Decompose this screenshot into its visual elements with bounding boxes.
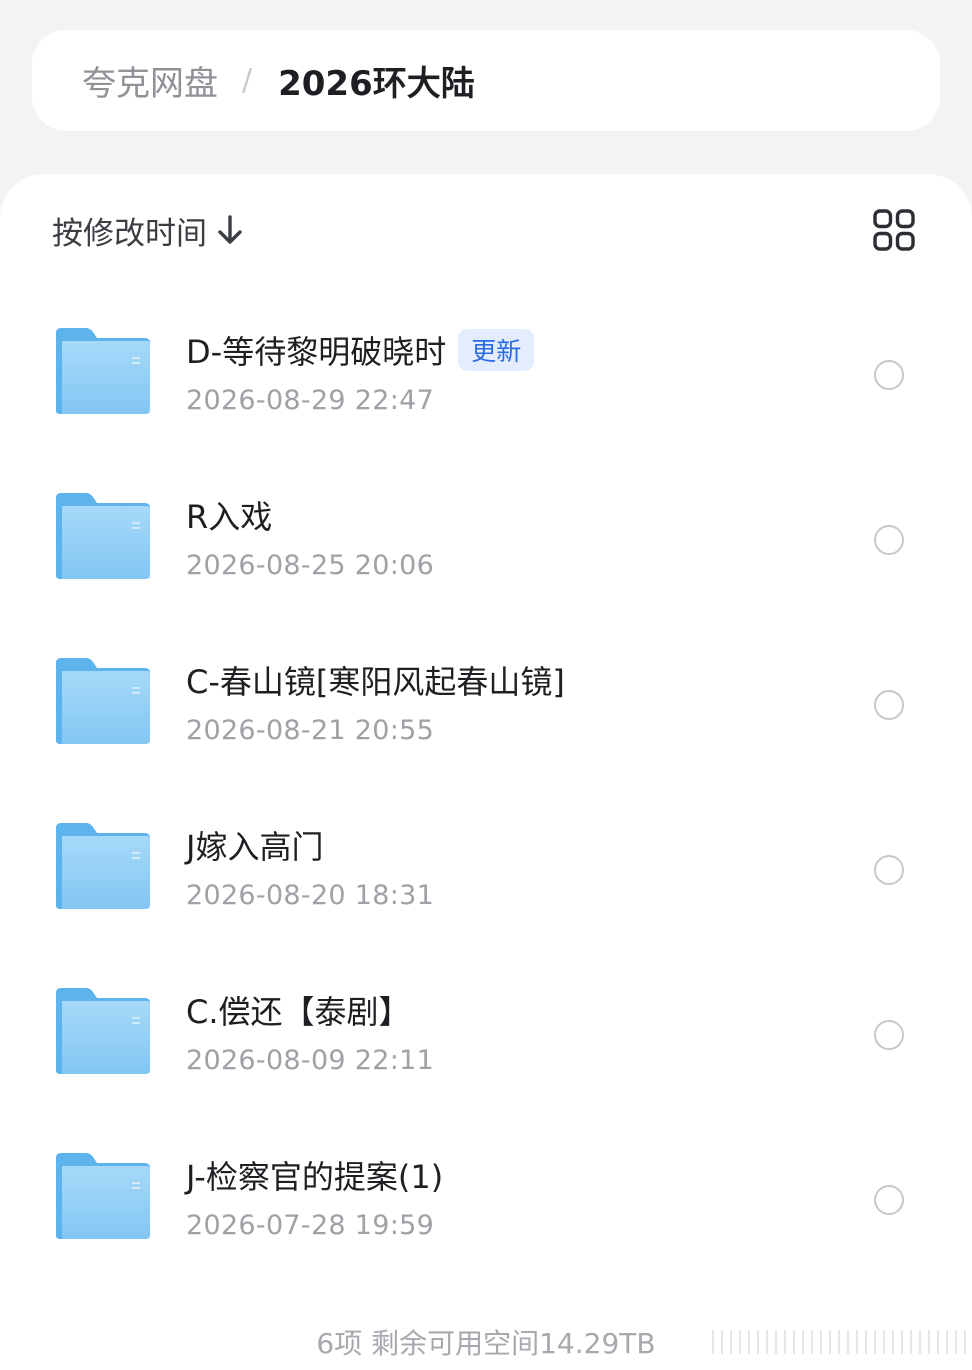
- folder-icon: [56, 493, 150, 579]
- file-date: 2026-08-20 18:31: [186, 880, 435, 911]
- file-info: J-检察官的提案(1) 2026-07-28 19:59: [186, 1152, 443, 1241]
- breadcrumb-separator: /: [242, 63, 253, 98]
- file-date: 2026-08-29 22:47: [186, 385, 435, 416]
- file-name-line: D-等待黎明破晓时 更新: [186, 327, 535, 373]
- file-info: R入戏 2026-08-25 20:06: [186, 492, 434, 581]
- select-checkbox[interactable]: [874, 1185, 904, 1215]
- file-row[interactable]: C.偿还【泰剧】 2026-08-09 22:11: [0, 969, 972, 1134]
- file-name: C-春山镜[寒阳风起春山镜]: [186, 663, 565, 701]
- folder-icon: [56, 823, 150, 909]
- file-info: C-春山镜[寒阳风起春山镜] 2026-08-21 20:55: [186, 657, 565, 746]
- folder-icon: [56, 988, 150, 1074]
- folder-icon: [56, 328, 150, 414]
- file-name-line: J-检察官的提案(1): [186, 1152, 443, 1198]
- file-info: C.偿还【泰剧】 2026-08-09 22:11: [186, 987, 434, 1076]
- select-checkbox[interactable]: [874, 855, 904, 885]
- file-name-line: J嫁入高门: [186, 822, 434, 868]
- grid-view-icon[interactable]: [872, 208, 916, 252]
- file-row[interactable]: C-春山镜[寒阳风起春山镜] 2026-08-21 20:55: [0, 639, 972, 804]
- file-info: D-等待黎明破晓时 更新 2026-08-29 22:47: [186, 327, 535, 416]
- file-date: 2026-08-25 20:06: [186, 550, 435, 581]
- file-name-line: C-春山镜[寒阳风起春山镜]: [186, 657, 565, 703]
- breadcrumb-current: 2026环大陆: [278, 64, 475, 104]
- file-row[interactable]: J-检察官的提案(1) 2026-07-28 19:59: [0, 1134, 972, 1299]
- folder-icon: [56, 1153, 150, 1239]
- file-info: J嫁入高门 2026-08-20 18:31: [186, 822, 434, 911]
- file-list: D-等待黎明破晓时 更新 2026-08-29 22:47 R入戏 2026-0…: [0, 309, 972, 1299]
- file-date: 2026-08-21 20:55: [186, 715, 435, 746]
- sort-button[interactable]: 按修改时间: [52, 210, 243, 252]
- breadcrumb: 夸克网盘 / 2026环大陆: [32, 30, 940, 131]
- file-row[interactable]: R入戏 2026-08-25 20:06: [0, 474, 972, 639]
- sort-label: 按修改时间: [52, 215, 207, 252]
- select-checkbox[interactable]: [874, 525, 904, 555]
- file-date: 2026-08-09 22:11: [186, 1045, 435, 1076]
- select-checkbox[interactable]: [874, 690, 904, 720]
- watermark: [712, 1330, 967, 1354]
- page: 夸克网盘 / 2026环大陆 按修改时间 D-等待黎明破晓时 更新 2026-0…: [0, 0, 972, 1370]
- folder-icon: [56, 658, 150, 744]
- select-checkbox[interactable]: [874, 360, 904, 390]
- file-date: 2026-07-28 19:59: [186, 1210, 435, 1241]
- file-name: D-等待黎明破晓时: [186, 333, 447, 371]
- select-checkbox[interactable]: [874, 1020, 904, 1050]
- file-row[interactable]: J嫁入高门 2026-08-20 18:31: [0, 804, 972, 969]
- breadcrumb-root-link[interactable]: 夸克网盘: [82, 56, 218, 105]
- file-name: R入戏: [186, 498, 273, 536]
- update-badge: 更新: [458, 329, 535, 371]
- arrow-down-icon: [218, 215, 242, 244]
- file-name-line: C.偿还【泰剧】: [186, 987, 434, 1033]
- file-name: J嫁入高门: [186, 828, 324, 866]
- file-list-panel: 按修改时间 D-等待黎明破晓时 更新 2026-08-29 22:47 R入戏 …: [0, 174, 972, 1370]
- file-name: C.偿还【泰剧】: [186, 993, 411, 1031]
- file-row[interactable]: D-等待黎明破晓时 更新 2026-08-29 22:47: [0, 309, 972, 474]
- file-name: J-检察官的提案(1): [186, 1158, 444, 1196]
- file-name-line: R入戏: [186, 492, 434, 538]
